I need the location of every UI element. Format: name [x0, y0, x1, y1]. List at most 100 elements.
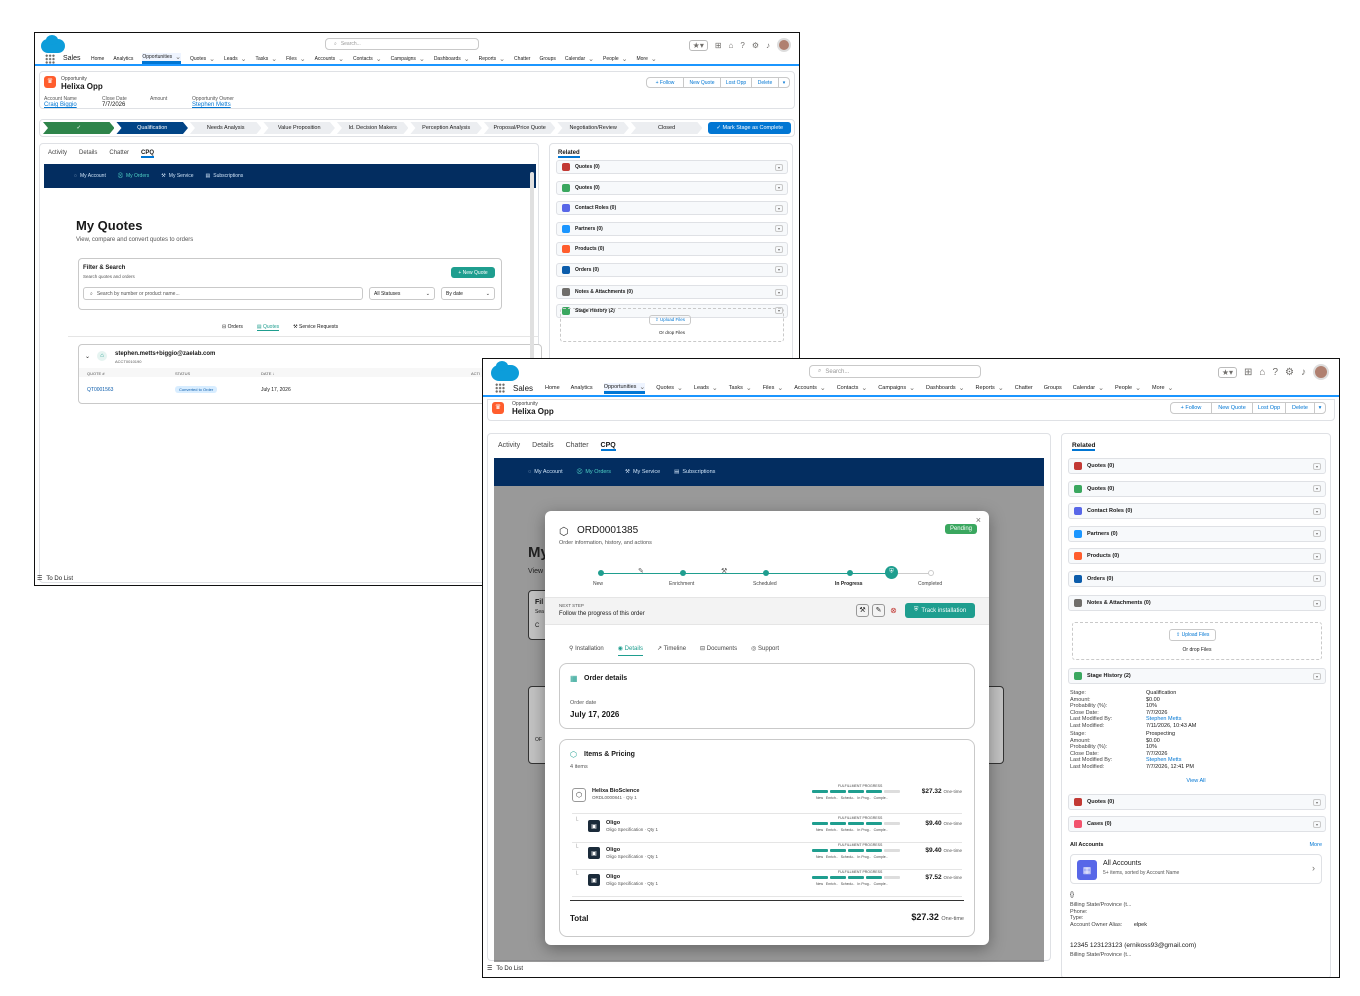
related-quotes[interactable]: Quotes (0) ▾ [1068, 480, 1326, 497]
chevron-down-icon[interactable]: ⌄ [639, 383, 645, 391]
cancel-icon[interactable]: ⊗ [888, 605, 899, 616]
nav-item-dashboards[interactable]: Dashboards ⌄ [926, 384, 965, 392]
chevron-down-icon[interactable]: ⌄ [209, 55, 215, 63]
chevron-down-icon[interactable]: ⌄ [588, 55, 594, 63]
cpq-nav-account[interactable]: ◌ My Account [528, 469, 563, 475]
related-partners[interactable]: Partners (0) ▾ [556, 221, 788, 236]
cpq-nav-account[interactable]: ◌ My Account [74, 173, 106, 179]
chevron-down-icon[interactable]: ⌄ [909, 384, 915, 392]
chevron-down-icon[interactable]: ⌄ [271, 55, 277, 63]
nav-item-reports[interactable]: Reports ⌄ [976, 384, 1004, 392]
related-products[interactable]: Products (0) ▾ [556, 242, 788, 256]
nav-item-dashboards[interactable]: Dashboards ⌄ [434, 55, 470, 63]
chevron-down-icon[interactable]: ▾ [775, 288, 783, 296]
view-all-link[interactable]: View All [1062, 778, 1330, 784]
chevron-down-icon[interactable]: ⌄ [85, 353, 90, 360]
chevron-down-icon[interactable]: ⌄ [338, 55, 344, 63]
nav-item-accounts[interactable]: Accounts ⌄ [315, 55, 344, 63]
cpq-nav-subscriptions[interactable]: ▤ Subscriptions [674, 469, 715, 475]
tab-timeline[interactable]: ↗ Timeline [657, 645, 686, 656]
nav-item-home[interactable]: Home [545, 385, 560, 391]
nav-item-reports[interactable]: Reports ⌄ [479, 55, 505, 63]
chevron-down-icon[interactable]: ▾ [1313, 507, 1321, 515]
file-drop-zone[interactable]: ⇪ Upload Files Or drop Files [1072, 622, 1322, 660]
list-item[interactable]: └ ▣ Oligo Oligo Specification · Qty 1 FULFIL… [572, 843, 962, 870]
avatar[interactable] [1313, 364, 1329, 380]
chevron-down-icon[interactable]: ⌄ [419, 55, 425, 63]
chevron-down-icon[interactable]: ⌄ [820, 384, 826, 392]
help-icon[interactable]: ? [740, 41, 744, 50]
related-orders[interactable]: Orders (0) ▾ [556, 262, 788, 277]
chevron-down-icon[interactable]: ⌄ [712, 384, 718, 392]
favorites-icon[interactable]: ★▾ [1217, 366, 1238, 378]
tab-activity[interactable]: Activity [48, 150, 67, 158]
delete-button[interactable]: Delete [751, 77, 779, 88]
chevron-down-icon[interactable]: ⌄ [746, 384, 752, 392]
tab-documents[interactable]: ⊟ Documents [700, 645, 737, 656]
nav-item-more[interactable]: More ⌄ [1152, 384, 1173, 392]
cpq-nav-orders[interactable]: ⛒ My Orders [577, 469, 611, 476]
tab-details[interactable]: Details [79, 150, 97, 158]
nav-item-campaigns[interactable]: Campaigns ⌄ [391, 55, 425, 63]
table-row[interactable]: QT0001563 Converted to Order July 17, 20… [79, 381, 541, 399]
subtab-orders[interactable]: ⊟ Orders [222, 324, 243, 331]
nav-item-opportunities[interactable]: Opportunities ⌄ [142, 53, 181, 64]
chevron-down-icon[interactable]: ▾ [775, 204, 783, 212]
nav-item-chatter[interactable]: Chatter [1015, 385, 1033, 391]
date-select[interactable]: By date ⌄ [441, 287, 495, 300]
track-installation-button[interactable]: ⛨ Track installation [905, 603, 975, 618]
nav-item-files[interactable]: Files ⌄ [763, 384, 784, 392]
stage-needs-analysis[interactable]: Needs Analysis [190, 122, 261, 134]
related-cases[interactable]: Cases (0) ▾ [1068, 816, 1326, 832]
chevron-down-icon[interactable]: ⌄ [499, 55, 505, 63]
new-quote-button[interactable]: + New Quote [451, 267, 495, 278]
avatar[interactable] [777, 38, 791, 52]
more-link[interactable]: More [1309, 842, 1322, 848]
nav-item-groups[interactable]: Groups [1044, 385, 1062, 391]
chevron-down-icon[interactable]: ▾ [1313, 530, 1321, 537]
related-quotes[interactable]: Quotes (0) ▾ [556, 160, 788, 174]
chevron-down-icon[interactable]: ⌄ [677, 384, 683, 392]
chevron-down-icon[interactable]: ▾ [1313, 575, 1321, 582]
mark-stage-complete-button[interactable]: ✓ Mark Stage as Complete [708, 122, 792, 134]
nav-item-home[interactable]: Home [91, 56, 104, 62]
help-icon[interactable]: ? [1272, 367, 1278, 378]
tab-support[interactable]: ◎ Support [751, 645, 779, 656]
upload-files-button[interactable]: ⇪ Upload Files [649, 315, 692, 325]
nav-item-leads[interactable]: Leads ⌄ [224, 55, 247, 63]
nav-item-calendar[interactable]: Calendar ⌄ [565, 55, 594, 63]
stage-completed[interactable]: ✓ [43, 122, 114, 134]
nav-item-analytics[interactable]: Analytics [571, 385, 593, 391]
chevron-down-icon[interactable]: ⌄ [1098, 384, 1104, 392]
upload-files-button[interactable]: ⇪ Upload Files [1169, 629, 1217, 641]
related-quotes[interactable]: Quotes (0) ▾ [556, 180, 788, 195]
gear-icon[interactable]: ⚙ [1285, 367, 1294, 378]
nav-item-more[interactable]: More ⌄ [636, 55, 656, 63]
chevron-down-icon[interactable]: ▾ [775, 225, 783, 232]
related-products[interactable]: Products (0) ▾ [1068, 548, 1326, 564]
app-launcher-icon[interactable] [45, 53, 55, 64]
related-notes-attachments[interactable]: Notes & Attachments (0) ▾ [556, 285, 788, 299]
nav-item-tasks[interactable]: Tasks ⌄ [729, 384, 752, 392]
more-actions-icon[interactable]: ▾ [1314, 402, 1326, 414]
nav-item-leads[interactable]: Leads ⌄ [694, 384, 718, 392]
related-stage-history[interactable]: Stage History (2) ▾ [1068, 668, 1326, 684]
chevron-down-icon[interactable]: ⌄ [376, 55, 382, 63]
cpq-nav-orders[interactable]: ⛒ My Orders [118, 173, 149, 179]
stage-id-decision-makers[interactable]: Id. Decision Makers [337, 122, 408, 134]
chevron-down-icon[interactable]: ▾ [1313, 798, 1321, 806]
chevron-down-icon[interactable]: ⌄ [861, 384, 867, 392]
all-accounts-card[interactable]: ▦ All Accounts 5+ items, sorted by Accou… [1070, 854, 1322, 884]
chevron-down-icon[interactable]: ⌄ [622, 55, 628, 63]
trailhead-icon[interactable]: ⌂ [729, 41, 734, 50]
stage-proposal-price-quote[interactable]: Proposal/Price Quote [484, 122, 555, 134]
pencil-icon[interactable]: ✎ [872, 604, 885, 617]
stage-value-proposition[interactable]: Value Proposition [263, 122, 334, 134]
nav-item-people[interactable]: People ⌄ [1115, 384, 1141, 392]
nav-item-opportunities[interactable]: Opportunities ⌄ [603, 382, 646, 394]
related-title[interactable]: Related [1072, 442, 1096, 451]
delete-button[interactable]: Delete [1285, 402, 1315, 414]
tab-details[interactable]: ◉ Details [617, 645, 643, 656]
nav-item-accounts[interactable]: Accounts ⌄ [794, 384, 826, 392]
tab-chatter[interactable]: Chatter [566, 442, 589, 451]
